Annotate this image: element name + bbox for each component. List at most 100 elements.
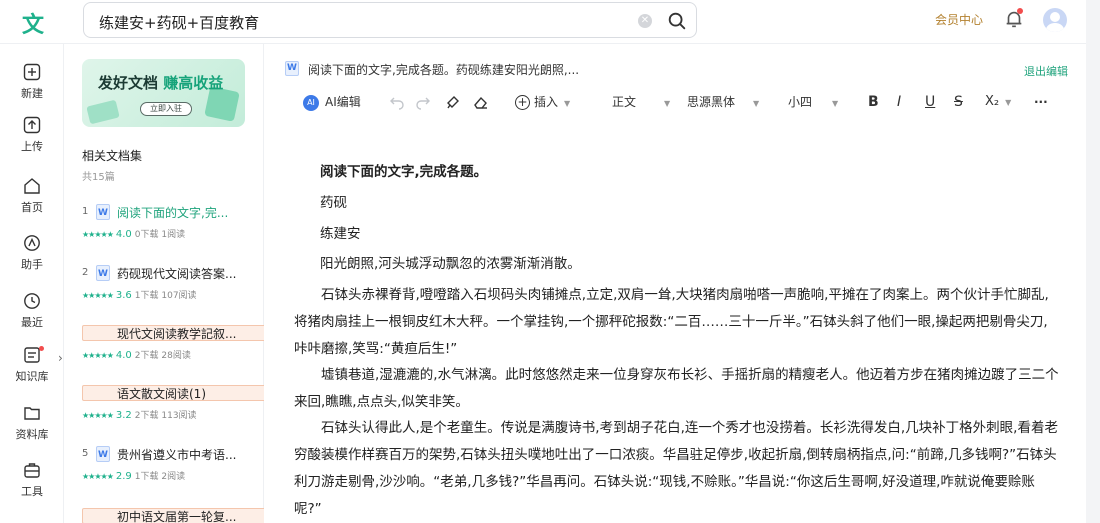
list-item[interactable]: 4 P 语文散文阅读(1) ★★★★★3.22下载 113阅读 — [82, 385, 822, 425]
list-item[interactable]: 6 P 初中语文届第一轮复... — [82, 508, 822, 523]
caret-down-icon: ▼ — [1005, 98, 1012, 107]
upload-icon — [23, 116, 41, 134]
assistant-icon — [24, 235, 40, 251]
nav-label-recent: 最近 — [21, 316, 43, 329]
top-bar: 文 练建安+药砚+百度教育 ✕ 会员中心 — [0, 0, 1100, 44]
list-item[interactable]: 5 W 贵州省遵义市中考语... ★★★★★ 2.9 1下载 2阅读 — [82, 446, 252, 486]
list-item[interactable]: 2 W 药砚现代文阅读答案... ★★★★★ 3.6 1下载 107阅读 — [82, 265, 252, 305]
home-icon — [24, 178, 40, 194]
nav-label-assistant: 助手 — [21, 258, 43, 271]
bold-button[interactable]: B — [868, 91, 879, 113]
editor-toolbar: AI AI编辑 + 插入 ▼ 正文 ▼ 思源黑体 ▼ 小四 ▼ B I U S X₂ ▼ ··… — [301, 91, 1061, 113]
underline-button[interactable]: U — [925, 91, 935, 113]
join-now-button[interactable]: 立即入驻 — [140, 102, 192, 116]
strikethrough-button[interactable]: S — [954, 91, 963, 113]
document-title: 阅读下面的文字,完成各题。药砚练建安阳光朗照,... — [308, 63, 580, 77]
subscript-label: X₂ — [985, 94, 1000, 109]
search-box[interactable]: 练建安+药砚+百度教育 ✕ — [83, 2, 697, 38]
doc-meta: ★★★★★ 4.0 0下载 1阅读 — [82, 227, 185, 240]
caret-down-icon: ▼ — [564, 99, 571, 108]
right-scroll-strip[interactable] — [1086, 0, 1100, 523]
paragraph-style-dropdown[interactable]: 正文 ▼ — [612, 91, 670, 113]
italic-button[interactable]: I — [897, 91, 901, 113]
promo-banner[interactable]: 发好文档 赚高收益 立即入驻 — [82, 59, 245, 127]
search-input[interactable]: 练建安+药砚+百度教育 — [99, 12, 259, 33]
banner-title-accent: 赚高收益 — [163, 74, 224, 92]
download-count: 2下载 — [134, 351, 159, 361]
clock-icon — [24, 293, 40, 309]
nav-tools[interactable]: 工具 — [0, 461, 64, 499]
subscript-dropdown[interactable]: X₂ ▼ — [985, 91, 1011, 113]
doc-title: 阅读下面的文字,完... — [117, 206, 229, 220]
rating-score: 3.2 — [115, 410, 132, 421]
paragraph: 练建安 — [320, 226, 361, 242]
banner-title-part: 发好文档 — [98, 74, 159, 92]
notification-dot — [1017, 8, 1023, 14]
nav-knowledge[interactable]: 知识库 — [0, 346, 64, 384]
read-count: 1阅读 — [161, 230, 186, 240]
search-icon[interactable] — [666, 10, 688, 32]
doc-set-count: 共15篇 — [82, 172, 115, 183]
undo-icon[interactable] — [389, 94, 405, 110]
paragraph: 石钵头认得此人,是个老童生。传说是满腹诗书,考到胡子花白,连一个秀才也没捞着。长… — [294, 420, 1058, 517]
list-item[interactable]: 3 P 现代文阅读教学記叙... ★★★★★4.02下载 28阅读 — [82, 325, 822, 365]
ai-icon: AI — [303, 94, 319, 111]
download-count: 1下载 — [134, 291, 159, 301]
ai-edit-label: AI编辑 — [325, 95, 361, 109]
doc-meta: ★★★★★ 3.6 1下载 107阅读 — [82, 288, 197, 301]
member-center-link[interactable]: 会员中心 — [935, 11, 983, 28]
font-size-dropdown[interactable]: 小四 ▼ — [788, 91, 838, 113]
read-count: 28阅读 — [161, 351, 191, 361]
insert-label: 插入 — [534, 95, 559, 109]
doc-title: 现代文阅读教学記叙... — [117, 327, 237, 341]
rating-score: 3.6 — [115, 290, 132, 301]
doc-title: 语文散文阅读(1) — [117, 387, 206, 401]
caret-down-icon: ▼ — [664, 99, 671, 108]
download-count: 2下载 — [134, 411, 159, 421]
list-item[interactable]: 1 W 阅读下面的文字,完... ★★★★★ 4.0 0下载 1阅读 — [82, 204, 252, 244]
word-doc-icon: W — [96, 265, 110, 281]
download-count: 0下载 — [134, 230, 159, 240]
doc-set-title: 相关文档集 — [82, 149, 143, 163]
doc-title: 药砚现代文阅读答案... — [117, 267, 237, 281]
wenku-logo[interactable]: 文 — [18, 8, 48, 38]
nav-assistant[interactable]: 助手 — [0, 234, 64, 272]
eraser-icon[interactable] — [473, 94, 489, 110]
word-doc-icon: W — [285, 61, 299, 76]
nav-upload[interactable]: 上传 — [0, 116, 64, 154]
nav-home[interactable]: 首页 — [0, 177, 64, 215]
doc-title: 初中语文届第一轮复... — [117, 510, 237, 523]
read-count: 113阅读 — [161, 411, 197, 421]
rating-stars: ★★★★★ — [82, 472, 114, 481]
avatar[interactable] — [1043, 8, 1067, 32]
banner-title: 发好文档 赚高收益 — [98, 72, 223, 93]
word-doc-icon: W — [96, 204, 110, 220]
rating-stars: ★★★★★ — [82, 230, 114, 239]
paragraph: 药砚 — [320, 195, 347, 211]
clear-icon[interactable]: ✕ — [638, 14, 652, 28]
banner-decoration — [86, 99, 120, 125]
nav-recent[interactable]: 最近 — [0, 292, 64, 330]
rating-score: 4.0 — [115, 229, 132, 240]
insert-dropdown[interactable]: + 插入 ▼ — [515, 91, 570, 113]
font-family-dropdown[interactable]: 思源黑体 ▼ — [687, 91, 759, 113]
read-count: 107阅读 — [161, 291, 197, 301]
exit-edit-button[interactable]: 退出编辑 — [1024, 63, 1068, 79]
paragraph: 墟镇巷道,湿漉漉的,水气淋漓。此时悠悠然走来一位身穿灰布长衫、手摇折扇的精瘦老人… — [294, 367, 1059, 410]
more-button[interactable]: ··· — [1034, 91, 1048, 113]
format-painter-icon[interactable] — [445, 94, 461, 110]
rating-score: 2.9 — [115, 471, 132, 482]
editor-main: W 阅读下面的文字,完成各题。药砚练建安阳光朗照,... 退出编辑 AI AI编辑… — [264, 44, 1086, 523]
redo-icon[interactable] — [415, 94, 431, 110]
nav-label-library: 资料库 — [15, 428, 49, 441]
nav-new[interactable]: 新建 — [0, 63, 64, 101]
folder-icon — [24, 407, 40, 420]
chevron-right-icon[interactable]: › — [58, 351, 63, 365]
nav-library[interactable]: 资料库 — [0, 404, 64, 442]
knowledge-badge-dot — [39, 346, 44, 351]
ai-edit-button[interactable]: AI AI编辑 — [303, 91, 361, 113]
doc-index: 1 — [82, 206, 89, 217]
nav-label-home: 首页 — [21, 201, 43, 214]
rating-stars: ★★★★★ — [82, 291, 114, 300]
plus-icon — [23, 63, 41, 81]
